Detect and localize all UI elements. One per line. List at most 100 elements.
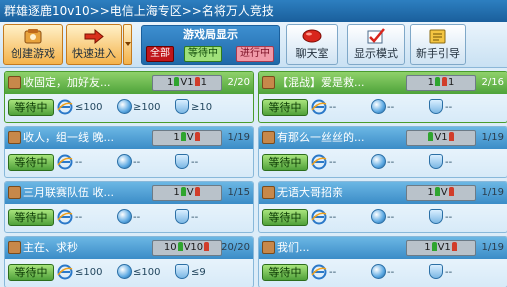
chat-bubble-icon <box>302 29 322 43</box>
team-slot-indicator: 1 V1 <box>406 240 476 256</box>
quick-join-dropdown[interactable] <box>123 24 132 65</box>
room-lock-icon <box>8 131 21 144</box>
player-count: 20/20 <box>221 242 250 253</box>
team-vs-label: V <box>440 187 448 198</box>
player-red-icon <box>448 187 454 196</box>
break-rate-icon <box>429 264 443 279</box>
filter-waiting-button[interactable]: 等待中 <box>184 46 222 62</box>
newbie-guide-label: 新手引导 <box>416 47 460 60</box>
game-room-card[interactable]: 有那么一丝丝的... V1 1/19 等待中 -- -- -- <box>258 126 507 178</box>
join-waiting-button[interactable]: 等待中 <box>262 264 308 281</box>
player-red-icon <box>442 77 447 86</box>
checkmark-icon <box>367 28 385 44</box>
create-game-label: 创建游戏 <box>11 47 55 60</box>
team-slot-indicator: 1 V1 1 <box>152 75 222 91</box>
team-slot-indicator: 1V <box>152 185 222 201</box>
display-mode-button[interactable]: 显示模式 <box>347 24 405 65</box>
toolbar: 创建游戏 快速进入 游戏局显示 全部 等待中 进行中 聊天室 显示模式 新手引导 <box>0 22 507 68</box>
ping-value: -- <box>329 267 337 278</box>
ping-value: -- <box>329 212 337 223</box>
game-room-card[interactable]: 【混战】爱是救... 1 1 2/16 等待中 -- -- -- <box>258 71 507 123</box>
join-waiting-button[interactable]: 等待中 <box>262 209 308 226</box>
room-lock-icon <box>8 186 21 199</box>
level-value: -- <box>133 157 141 168</box>
room-lock-icon <box>8 241 21 254</box>
level-value: -- <box>387 267 395 278</box>
break-rate-icon <box>429 99 443 114</box>
room-lock-icon <box>262 241 275 254</box>
game-room-card[interactable]: 主在、求秒 10 V10 20/20 等待中 ≤100 ≤100 ≤9 <box>4 236 254 287</box>
join-waiting-button[interactable]: 等待中 <box>8 264 54 281</box>
room-lock-icon <box>262 131 275 144</box>
ping-value: ≤100 <box>75 267 103 278</box>
network-e-icon <box>57 154 73 170</box>
level-icon <box>371 99 386 114</box>
player-count: 1/15 <box>227 187 250 198</box>
break-rate-icon <box>429 209 443 224</box>
break-rate-icon <box>429 154 443 169</box>
room-name: 有那么一丝丝的... <box>277 131 365 144</box>
room-name: 无语大哥招亲 <box>277 186 343 199</box>
player-red-icon <box>194 132 200 141</box>
level-value: -- <box>387 212 395 223</box>
game-display-filter: 游戏局显示 全部 等待中 进行中 <box>141 25 280 65</box>
team-left-count: 1 <box>427 187 434 198</box>
ping-value: -- <box>75 157 83 168</box>
game-room-card[interactable]: 我们... 1 V1 1/19 等待中 -- -- -- <box>258 236 507 287</box>
room-name: 收人，组一线 晚... <box>23 131 114 144</box>
ping-value: -- <box>329 102 337 113</box>
game-room-card[interactable]: 收人，组一线 晚... 1 V 1/19 等待中 -- -- -- <box>4 126 254 178</box>
level-icon <box>117 209 132 224</box>
team-vs-label: V1 <box>180 77 194 88</box>
display-mode-label: 显示模式 <box>354 47 398 60</box>
join-waiting-button[interactable]: 等待中 <box>8 209 54 226</box>
player-red-icon <box>448 132 454 141</box>
player-green-icon <box>174 77 180 86</box>
team-right-count: 1 <box>200 77 207 88</box>
room-name: 三月联赛队伍 收... <box>23 186 114 199</box>
player-red-icon <box>194 187 200 196</box>
network-e-icon <box>57 99 73 115</box>
arrow-right-icon <box>84 28 104 45</box>
room-lock-icon <box>262 76 275 89</box>
player-red-icon <box>451 242 457 251</box>
network-e-icon <box>57 209 73 225</box>
room-name: 主在、求秒 <box>23 241 78 254</box>
player-green-icon <box>428 132 434 141</box>
team-vs-label: V1 <box>434 132 448 143</box>
network-e-icon <box>311 209 327 225</box>
team-left-count: 1 <box>424 242 431 253</box>
network-e-icon <box>311 264 327 280</box>
game-room-card[interactable]: 收固定，加好友... 1 V1 1 2/20 等待中 ≤100 ≥100 ≥10 <box>4 71 254 123</box>
newbie-guide-icon <box>429 29 446 44</box>
team-left-count: 1 <box>173 132 180 143</box>
team-slot-indicator: 11 <box>406 75 476 91</box>
create-game-button[interactable]: 创建游戏 <box>3 24 63 65</box>
chat-room-button[interactable]: 聊天室 <box>286 24 338 65</box>
newbie-guide-button[interactable]: 新手引导 <box>410 24 466 65</box>
player-red-icon <box>204 242 210 251</box>
join-waiting-button[interactable]: 等待中 <box>8 99 54 116</box>
player-count: 1/19 <box>481 187 504 198</box>
join-waiting-button[interactable]: 等待中 <box>262 99 308 116</box>
game-room-card[interactable]: 无语大哥招亲 1 V 1/19 等待中 -- -- -- <box>258 181 507 233</box>
player-count: 1/19 <box>481 132 504 143</box>
level-icon <box>117 154 132 169</box>
join-waiting-button[interactable]: 等待中 <box>262 154 308 171</box>
quick-join-button[interactable]: 快速进入 <box>66 24 122 65</box>
ping-value: -- <box>75 212 83 223</box>
team-left-count: 1 <box>167 77 174 88</box>
filter-playing-button[interactable]: 进行中 <box>236 46 274 62</box>
player-count: 1/19 <box>227 132 250 143</box>
team-right-count: 1 <box>448 77 455 88</box>
player-green-icon <box>180 187 186 196</box>
break-rate-value: -- <box>445 157 453 168</box>
join-waiting-button[interactable]: 等待中 <box>8 154 54 171</box>
filter-all-button[interactable]: 全部 <box>146 46 174 62</box>
game-room-card[interactable]: 三月联赛队伍 收... 1 V 1/15 等待中 -- -- -- <box>4 181 254 233</box>
room-lock-icon <box>8 76 21 89</box>
player-count: 2/20 <box>227 77 250 88</box>
ping-value: -- <box>329 157 337 168</box>
room-name: 我们... <box>277 241 310 254</box>
level-icon <box>117 99 132 114</box>
